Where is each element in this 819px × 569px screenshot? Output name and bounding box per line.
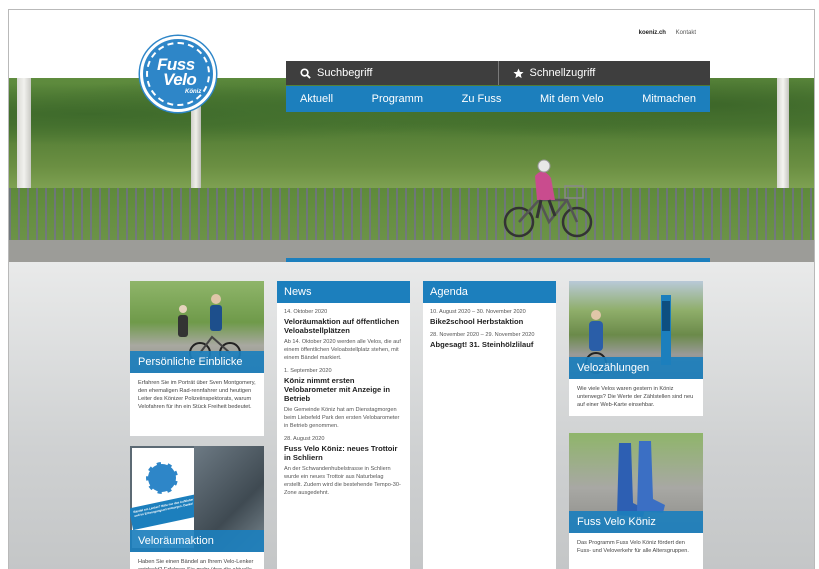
news-column: News 14. Oktober 2020 Veloräumaktion auf… [277, 281, 410, 569]
card-title: Veloräumaktion [130, 530, 264, 552]
poster-logo-icon [146, 462, 178, 494]
card-title: Velozählungen [569, 357, 703, 379]
search-icon [300, 67, 311, 79]
nav-mit-dem-velo[interactable]: Mit dem Velo [540, 93, 604, 105]
contact-link[interactable]: Kontakt [676, 30, 696, 36]
card-title: Persönliche Einblicke [130, 351, 264, 373]
news-item[interactable]: 1. September 2020 Köniz nimmt ersten Vel… [277, 362, 410, 430]
card-veloraeumaktion[interactable]: Bändel am Lenker? Bitte nur das Aufklebe… [130, 446, 264, 569]
news-item[interactable]: 28. August 2020 Fuss Velo Köniz: neues T… [277, 430, 410, 497]
cyclist-illustration [503, 159, 593, 238]
agenda-item[interactable]: 28. November 2020 – 29. November 2020 Ab… [423, 326, 556, 349]
card-text: Das Programm Fuss Velo Köniz fördert den… [577, 540, 689, 554]
agenda-column: Agenda 10. August 2020 – 30. November 20… [423, 281, 556, 569]
flower-meadow [9, 188, 814, 248]
card-persoenliche-einblicke[interactable]: Persönliche Einblicke Erfahren Sie im Po… [130, 281, 264, 436]
nav-programm[interactable]: Programm [372, 93, 423, 105]
search-label: Suchbegriff [317, 67, 373, 79]
quick-access-label: Schnellzugriff [529, 67, 596, 79]
search-bar: Suchbegriff Schnellzugriff [286, 61, 710, 85]
star-icon [512, 67, 524, 78]
card-title: Fuss Velo Köniz [569, 511, 703, 533]
main-nav: Aktuell Programm Zu Fuss Mit dem Velo Mi… [286, 86, 710, 112]
card-text: Haben Sie einen Bändel an Ihrem Velo-Len… [138, 559, 254, 569]
agenda-heading: Agenda [423, 281, 556, 303]
card-text: Wie viele Velos waren gestern in Köniz u… [577, 386, 694, 408]
news-heading: News [277, 281, 410, 303]
agenda-item[interactable]: 10. August 2020 – 30. November 2020 Bike… [423, 303, 556, 326]
news-item[interactable]: 14. Oktober 2020 Veloräumaktion auf öffe… [277, 303, 410, 362]
nav-aktuell[interactable]: Aktuell [300, 93, 333, 105]
quick-access[interactable]: Schnellzugriff [497, 61, 711, 85]
search-field[interactable]: Suchbegriff [286, 61, 498, 85]
content-area: Persönliche Einblicke Erfahren Sie im Po… [9, 262, 814, 569]
page-frame: koeniz.ch Kontakt Fuss Velo Köniz Suchbe… [8, 9, 815, 569]
card-velozaehlungen[interactable]: Velozählungen Wie viele Velos waren gest… [569, 281, 703, 416]
nav-zu-fuss[interactable]: Zu Fuss [462, 93, 502, 105]
card-fuss-velo-koeniz[interactable]: Fuss Velo Köniz Das Programm Fuss Velo K… [569, 433, 703, 569]
utility-links: koeniz.ch Kontakt [631, 30, 696, 36]
fuss-velo-logo[interactable]: Fuss Velo Köniz [140, 36, 216, 112]
site-link[interactable]: koeniz.ch [639, 30, 666, 36]
nav-mitmachen[interactable]: Mitmachen [642, 93, 696, 105]
card-text: Erfahren Sie im Porträt über Sven Montgo… [138, 380, 256, 410]
